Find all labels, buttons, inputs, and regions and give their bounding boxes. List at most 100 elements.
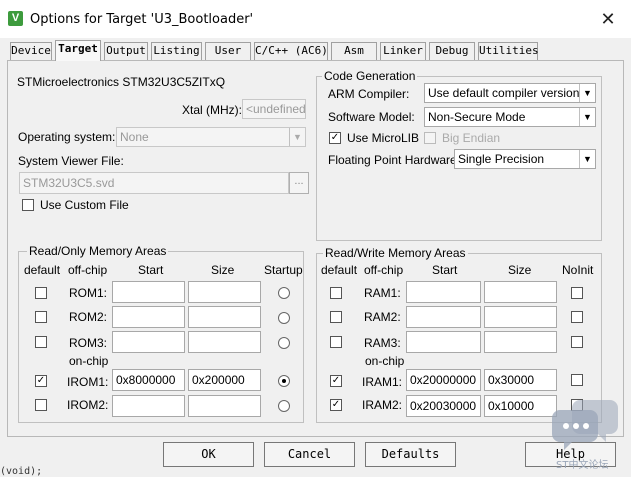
iram1-size-input[interactable]: 0x30000 bbox=[484, 369, 557, 391]
rom2-label: ROM2: bbox=[69, 310, 108, 324]
ram2-label: RAM2: bbox=[364, 310, 401, 324]
rom1-default-checkbox[interactable] bbox=[35, 287, 47, 299]
irom2-default-checkbox[interactable] bbox=[35, 399, 47, 411]
use-microlib-checkbox[interactable]: ✓ bbox=[329, 132, 341, 144]
iram1-noinit-checkbox[interactable] bbox=[571, 374, 583, 386]
rom1-start-input[interactable] bbox=[112, 281, 185, 303]
ram2-default-checkbox[interactable] bbox=[330, 311, 342, 323]
rw-header-noinit: NoInit bbox=[562, 263, 594, 277]
ram1-noinit-checkbox[interactable] bbox=[571, 287, 583, 299]
ram2-noinit-checkbox[interactable] bbox=[571, 311, 583, 323]
rw-header-default: default bbox=[321, 263, 358, 277]
close-icon[interactable]: ✕ bbox=[596, 8, 620, 30]
ram2-size-input[interactable] bbox=[484, 306, 557, 328]
ro-memory-title: Read/Only Memory Areas bbox=[27, 244, 169, 258]
rom3-label: ROM3: bbox=[69, 336, 108, 350]
window-title: Options for Target 'U3_Bootloader' bbox=[30, 12, 254, 27]
fpu-value: Single Precision bbox=[458, 152, 545, 166]
irom1-label: IROM1: bbox=[67, 375, 109, 389]
ro-header-start: Start bbox=[138, 263, 164, 277]
rw-header-start: Start bbox=[432, 263, 458, 277]
rom2-default-checkbox[interactable] bbox=[35, 311, 47, 323]
xtal-input[interactable]: <undefined> bbox=[242, 99, 306, 119]
iram2-size-input[interactable]: 0x10000 bbox=[484, 395, 557, 417]
os-value: None bbox=[120, 130, 149, 144]
rw-memory-title: Read/Write Memory Areas bbox=[323, 246, 468, 260]
fpu-select[interactable]: Single Precision ▼ bbox=[454, 149, 596, 169]
rom1-size-input[interactable] bbox=[188, 281, 261, 303]
iram1-label: IRAM1: bbox=[362, 375, 403, 389]
arm-compiler-select[interactable]: Use default compiler version 6 ▼ bbox=[424, 83, 596, 103]
ram3-default-checkbox[interactable] bbox=[330, 336, 342, 348]
ram1-size-input[interactable] bbox=[484, 281, 557, 303]
rom2-startup-radio[interactable] bbox=[278, 312, 290, 324]
ok-button[interactable]: OK bbox=[163, 442, 254, 467]
tab-device[interactable]: Device bbox=[10, 42, 52, 60]
os-select[interactable]: None ▼ bbox=[116, 127, 306, 147]
irom1-startup-radio[interactable] bbox=[278, 375, 290, 387]
tab-utilities[interactable]: Utilities bbox=[478, 42, 539, 60]
defaults-button[interactable]: Defaults bbox=[365, 442, 456, 467]
irom1-default-checkbox[interactable]: ✓ bbox=[35, 375, 47, 387]
ram1-default-checkbox[interactable] bbox=[330, 287, 342, 299]
rom3-size-input[interactable] bbox=[188, 331, 261, 353]
ro-header-size: Size bbox=[211, 263, 235, 277]
arm-compiler-label: ARM Compiler: bbox=[328, 87, 410, 101]
rom3-default-checkbox[interactable] bbox=[35, 336, 47, 348]
rom3-start-input[interactable] bbox=[112, 331, 185, 353]
chevron-down-icon: ▼ bbox=[579, 108, 595, 126]
rom2-start-input[interactable] bbox=[112, 306, 185, 328]
svd-browse-button[interactable]: ... bbox=[289, 172, 309, 194]
rom3-startup-radio[interactable] bbox=[278, 337, 290, 349]
irom1-size-input[interactable]: 0x200000 bbox=[188, 369, 261, 391]
rom2-size-input[interactable] bbox=[188, 306, 261, 328]
chat-bubble-icon bbox=[552, 400, 618, 450]
svd-input[interactable]: STM32U3C5.svd bbox=[19, 172, 289, 194]
software-model-select[interactable]: Non-Secure Mode ▼ bbox=[424, 107, 596, 127]
rom1-label: ROM1: bbox=[69, 286, 108, 300]
tab-asm[interactable]: Asm bbox=[331, 42, 377, 60]
code-generation-title: Code Generation bbox=[322, 69, 418, 83]
software-model-value: Non-Secure Mode bbox=[428, 110, 526, 124]
big-endian-checkbox[interactable] bbox=[424, 132, 436, 144]
watermark-text: ST中文论坛 bbox=[556, 460, 609, 471]
iram2-default-checkbox[interactable]: ✓ bbox=[330, 399, 342, 411]
tab-target[interactable]: Target bbox=[55, 40, 101, 61]
rom1-startup-radio[interactable] bbox=[278, 287, 290, 299]
fpu-label: Floating Point Hardware: bbox=[328, 153, 461, 167]
tab-output[interactable]: Output bbox=[104, 42, 148, 60]
irom1-start-input[interactable]: 0x8000000 bbox=[112, 369, 185, 391]
device-name: STMicroelectronics STM32U3C5ZITxQ bbox=[17, 75, 226, 89]
iram1-start-input[interactable]: 0x20000000 bbox=[406, 369, 481, 391]
keil-uvision-icon: V bbox=[8, 11, 23, 26]
tab-listing[interactable]: Listing bbox=[151, 42, 202, 60]
cancel-button[interactable]: Cancel bbox=[264, 442, 355, 467]
ram3-size-input[interactable] bbox=[484, 331, 557, 353]
rw-header-offchip: off-chip bbox=[364, 263, 404, 277]
ro-onchip-label: on-chip bbox=[69, 354, 109, 368]
xtal-label: Xtal (MHz): bbox=[182, 103, 242, 117]
tab-linker[interactable]: Linker bbox=[380, 42, 426, 60]
ram2-start-input[interactable] bbox=[406, 306, 481, 328]
irom2-size-input[interactable] bbox=[188, 395, 261, 417]
ram3-noinit-checkbox[interactable] bbox=[571, 336, 583, 348]
arm-compiler-value: Use default compiler version 6 bbox=[428, 86, 590, 100]
ram1-label: RAM1: bbox=[364, 286, 401, 300]
chevron-down-icon: ▼ bbox=[289, 128, 305, 146]
iram2-label: IRAM2: bbox=[362, 398, 403, 412]
ram1-start-input[interactable] bbox=[406, 281, 481, 303]
background-code-fragment: (void); bbox=[0, 466, 43, 477]
rw-onchip-label: on-chip bbox=[365, 354, 405, 368]
tab-debug[interactable]: Debug bbox=[429, 42, 475, 60]
use-custom-file-checkbox[interactable] bbox=[22, 199, 34, 211]
iram2-start-input[interactable]: 0x20030000 bbox=[406, 395, 481, 417]
irom2-start-input[interactable] bbox=[112, 395, 185, 417]
irom2-startup-radio[interactable] bbox=[278, 400, 290, 412]
irom2-label: IROM2: bbox=[67, 398, 109, 412]
iram1-default-checkbox[interactable]: ✓ bbox=[330, 375, 342, 387]
tab-cpp[interactable]: C/C++ (AC6) bbox=[254, 42, 328, 60]
ram3-start-input[interactable] bbox=[406, 331, 481, 353]
tab-user[interactable]: User bbox=[205, 42, 251, 60]
os-label: Operating system: bbox=[18, 130, 116, 144]
ro-header-offchip: off-chip bbox=[68, 263, 108, 277]
